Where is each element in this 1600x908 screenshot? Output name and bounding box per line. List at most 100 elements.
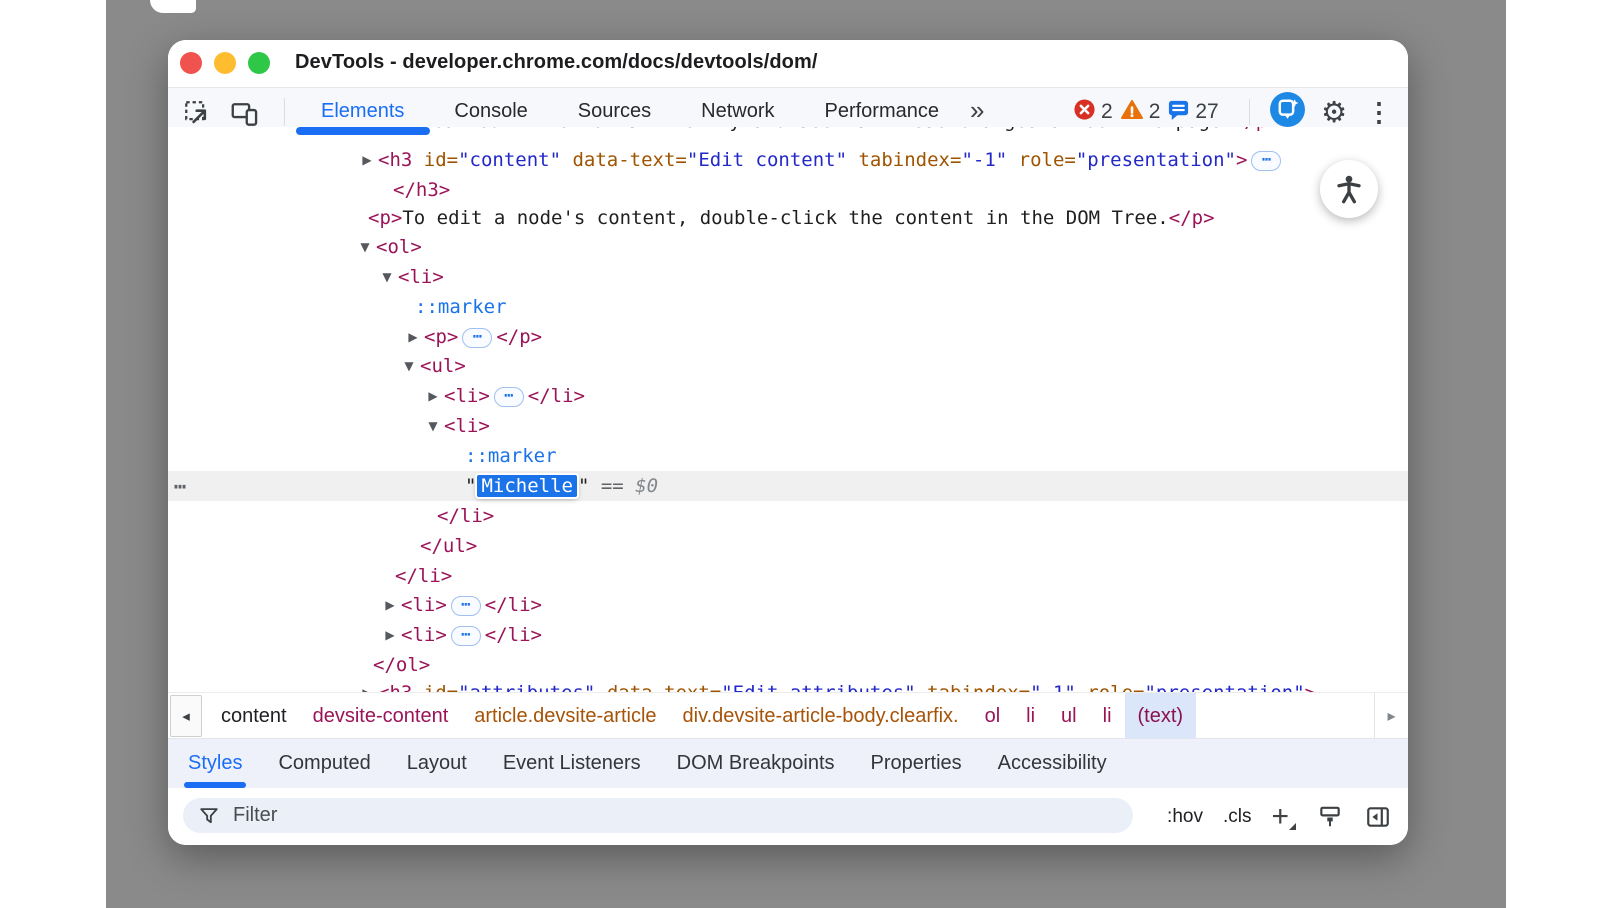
issues-badge[interactable]: 27 [1167,98,1218,126]
filter-input[interactable] [233,804,1121,827]
expand-arrow-icon[interactable]: ▶ [404,322,422,352]
syntax-attr: data-text= [595,682,721,692]
inspect-element-icon[interactable] [182,98,212,128]
collapse-arrow-icon[interactable]: ▼ [400,351,418,381]
zoom-button[interactable] [248,52,270,74]
dom-tree-row[interactable]: ▶<li>⋯</li> [168,620,1408,650]
rendering-brush-icon[interactable] [1316,803,1344,831]
sidebar-tab-styles[interactable]: Styles [170,739,260,788]
collapse-arrow-icon[interactable]: ▼ [424,411,442,441]
row-menu-dots-icon[interactable]: ⋯ [174,471,187,501]
filter-controls: :hov .cls + [1167,788,1392,845]
syntax-text: To edit a node's content, double-click t… [402,207,1168,229]
expand-arrow-icon[interactable]: ▶ [381,620,399,650]
more-options-kebab-icon[interactable]: ⋮ [1362,97,1396,128]
dom-node-source: </li> [437,501,494,531]
window-title: DevTools - developer.chrome.com/docs/dev… [295,51,818,74]
syntax-tag: </ol> [373,654,430,676]
dom-tree-row[interactable]: ▶<li>⋯</li> [168,381,1408,411]
dom-tree-row[interactable]: </li> [168,561,1408,591]
breadcrumb-scroll-right-button[interactable]: ▸ [1374,693,1408,738]
expand-arrow-icon[interactable]: ▶ [358,145,376,175]
dom-tree: <p>You can edit the DOM on the fly and s… [168,127,1408,692]
dom-node-source: </li> [395,561,452,591]
dom-tree-row[interactable]: </ol> [168,650,1408,680]
dom-tree-row[interactable]: ▼<li> [168,262,1408,292]
collapsed-children-ellipsis-badge[interactable]: ⋯ [494,387,524,407]
breadcrumb-item-devsite-content[interactable]: devsite-content [300,693,462,738]
dom-tree-row[interactable]: ▶<h3 id="attributes" data-text="Edit att… [168,678,1408,692]
collapse-arrow-icon[interactable]: ▼ [378,262,396,292]
dom-tree-row[interactable]: ⋯"Michelle" == $0 [168,471,1408,501]
dom-tree-row[interactable]: ▶<h3 id="content" data-text="Edit conten… [168,145,1408,175]
sidebar-tab-properties[interactable]: Properties [853,739,980,788]
dom-node-source: ::marker [415,292,507,322]
breadcrumb-item-li[interactable]: li [1013,693,1048,738]
collapsed-children-ellipsis-badge[interactable]: ⋯ [1251,151,1281,171]
syntax-tag: <p> [368,207,402,229]
syntax-tag: </li> [437,505,494,527]
dom-node-source: <p>⋯</p> [424,322,542,352]
dom-tree-row[interactable]: ▶<p>⋯</p> [168,322,1408,352]
dom-tree-row[interactable]: ▼<ol> [168,232,1408,262]
warning-badge[interactable]: 2 [1120,98,1161,127]
dom-tree-row[interactable]: </h3> [168,175,1408,205]
dom-tree-row[interactable]: ::marker [168,441,1408,471]
collapsed-children-ellipsis-badge[interactable]: ⋯ [462,328,492,348]
syntax-tag: <li> [444,415,490,437]
breadcrumb-scroll-left-button[interactable]: ◂ [170,695,202,737]
breadcrumb-item-ul[interactable]: ul [1048,693,1090,738]
sidebar-tab-dom-breakpoints[interactable]: DOM Breakpoints [659,739,853,788]
dom-tree-row[interactable]: ▶<li>⋯</li> [168,590,1408,620]
expand-arrow-icon[interactable]: ▶ [381,590,399,620]
expand-arrow-icon[interactable]: ▶ [424,381,442,411]
syntax-text: " [578,475,589,497]
collapsed-children-ellipsis-badge[interactable]: ⋯ [451,596,481,616]
new-style-rule-button[interactable]: + [1271,802,1296,832]
device-toolbar-icon[interactable] [230,98,260,128]
settings-gear-icon[interactable]: ⚙ [1321,98,1347,127]
syntax-attr: role= [1007,149,1076,171]
minimize-button[interactable] [214,52,236,74]
close-button[interactable] [180,52,202,74]
expand-arrow-icon[interactable]: ▶ [358,678,376,692]
dom-tree-row[interactable]: </li> [168,501,1408,531]
background-artifact [150,0,196,13]
dom-tree-row[interactable]: <p>To edit a node's content, double-clic… [168,203,1408,233]
element-classes-button[interactable]: .cls [1223,806,1252,828]
syntax-val: "-1" [961,149,1007,171]
toggle-element-state-button[interactable]: :hov [1167,806,1203,828]
collapsed-children-ellipsis-badge[interactable]: ⋯ [451,626,481,646]
accessibility-widget-button[interactable] [1320,160,1378,218]
dom-tree-row[interactable]: ▼<li> [168,411,1408,441]
filter-pill[interactable] [183,798,1133,833]
dom-tree-row[interactable]: </ul> [168,531,1408,561]
breadcrumb-item-content[interactable]: content [208,693,300,738]
styles-filter-bar: :hov .cls + [168,788,1408,845]
syntax-tag: <h3 [378,682,412,692]
syntax-val: "-1" [1030,682,1076,692]
breadcrumb-item-li[interactable]: li [1090,693,1125,738]
syntax-tag: </li> [485,624,542,646]
syntax-tag: <ol> [376,236,422,258]
styles-panel-tabs: StylesComputedLayoutEvent ListenersDOM B… [168,738,1408,788]
breadcrumb-item-text[interactable]: (text) [1125,693,1197,738]
sidebar-tab-computed[interactable]: Computed [260,739,388,788]
dom-tree-row[interactable]: ::marker [168,292,1408,322]
sidebar-tab-accessibility[interactable]: Accessibility [980,739,1125,788]
breadcrumb-item-ol[interactable]: ol [972,693,1014,738]
toggle-sidebar-panel-icon[interactable] [1364,803,1392,831]
breadcrumb-item-article-devsite-article[interactable]: article.devsite-article [461,693,669,738]
sidebar-tab-layout[interactable]: Layout [389,739,485,788]
syntax-attr: data-text= [561,149,687,171]
error-badge[interactable]: 2 [1073,98,1113,126]
breadcrumb-item-div-devsite-article-body-clearfix[interactable]: div.devsite-article-body.clearfix. [670,693,972,738]
dom-tree-row[interactable]: ▼<ul> [168,351,1408,381]
inline-edit-selected-text[interactable]: Michelle [477,475,577,497]
sidebar-tab-event-listeners[interactable]: Event Listeners [485,739,659,788]
collapse-arrow-icon[interactable]: ▼ [356,232,374,262]
syntax-tag: </li> [528,385,585,407]
error-icon [1073,98,1096,126]
syntax-tag: > [1236,149,1247,171]
dom-node-source: <h3 id="attributes" data-text="Edit attr… [378,678,1316,692]
